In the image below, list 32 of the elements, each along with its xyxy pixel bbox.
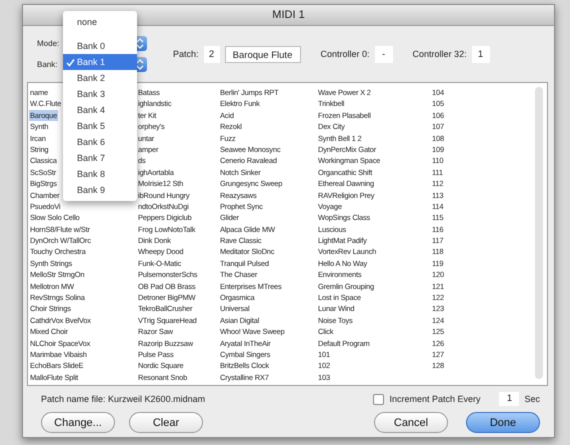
menu-item[interactable]: Bank 4 (63, 102, 137, 118)
menu-item[interactable]: Bank 3 (63, 86, 137, 102)
checkmark-icon (66, 58, 75, 66)
done-button[interactable]: Done (466, 412, 540, 433)
menu-item[interactable]: Bank 0 (63, 38, 137, 54)
menu-item[interactable]: Bank 7 (63, 150, 137, 166)
controller-32-field[interactable]: 1 (472, 46, 490, 62)
patch-number-field[interactable]: 2 (204, 46, 220, 62)
menu-item[interactable]: Bank 2 (63, 70, 137, 86)
bank-label: Bank: (37, 60, 58, 69)
mode-label: Mode: (37, 39, 60, 48)
controller-0-field[interactable]: - (374, 46, 393, 62)
dialog-button[interactable]: Change... (41, 412, 115, 433)
menu-item[interactable]: none (63, 14, 137, 30)
dialog-button[interactable]: Clear (129, 412, 203, 433)
menu-item[interactable]: Bank 1 (63, 54, 137, 70)
controller-32-label: Controller 32: (412, 49, 467, 59)
unit-label: Sec (524, 394, 540, 404)
menu-item[interactable]: Bank 6 (63, 134, 137, 150)
menu-item[interactable]: Bank 9 (63, 182, 137, 198)
increment-label: Increment Patch Every (389, 394, 480, 404)
controller-0-label: Controller 0: (320, 49, 370, 59)
patch-name-field[interactable]: Baroque Flute (224, 46, 301, 62)
scroll-bar[interactable] (535, 87, 543, 379)
menu-item[interactable]: Bank 8 (63, 166, 137, 182)
menu-item[interactable]: Bank 5 (63, 118, 137, 134)
dialog-button[interactable]: Cancel (374, 412, 448, 433)
increment-checkbox[interactable] (373, 394, 384, 404)
increment-field[interactable]: 1 (499, 392, 520, 406)
window-title: MIDI 1 (272, 9, 305, 21)
patch-name-file: Patch name file: Kurzweil K2600.midnam (41, 394, 206, 404)
patch-label: Patch: (173, 49, 199, 59)
